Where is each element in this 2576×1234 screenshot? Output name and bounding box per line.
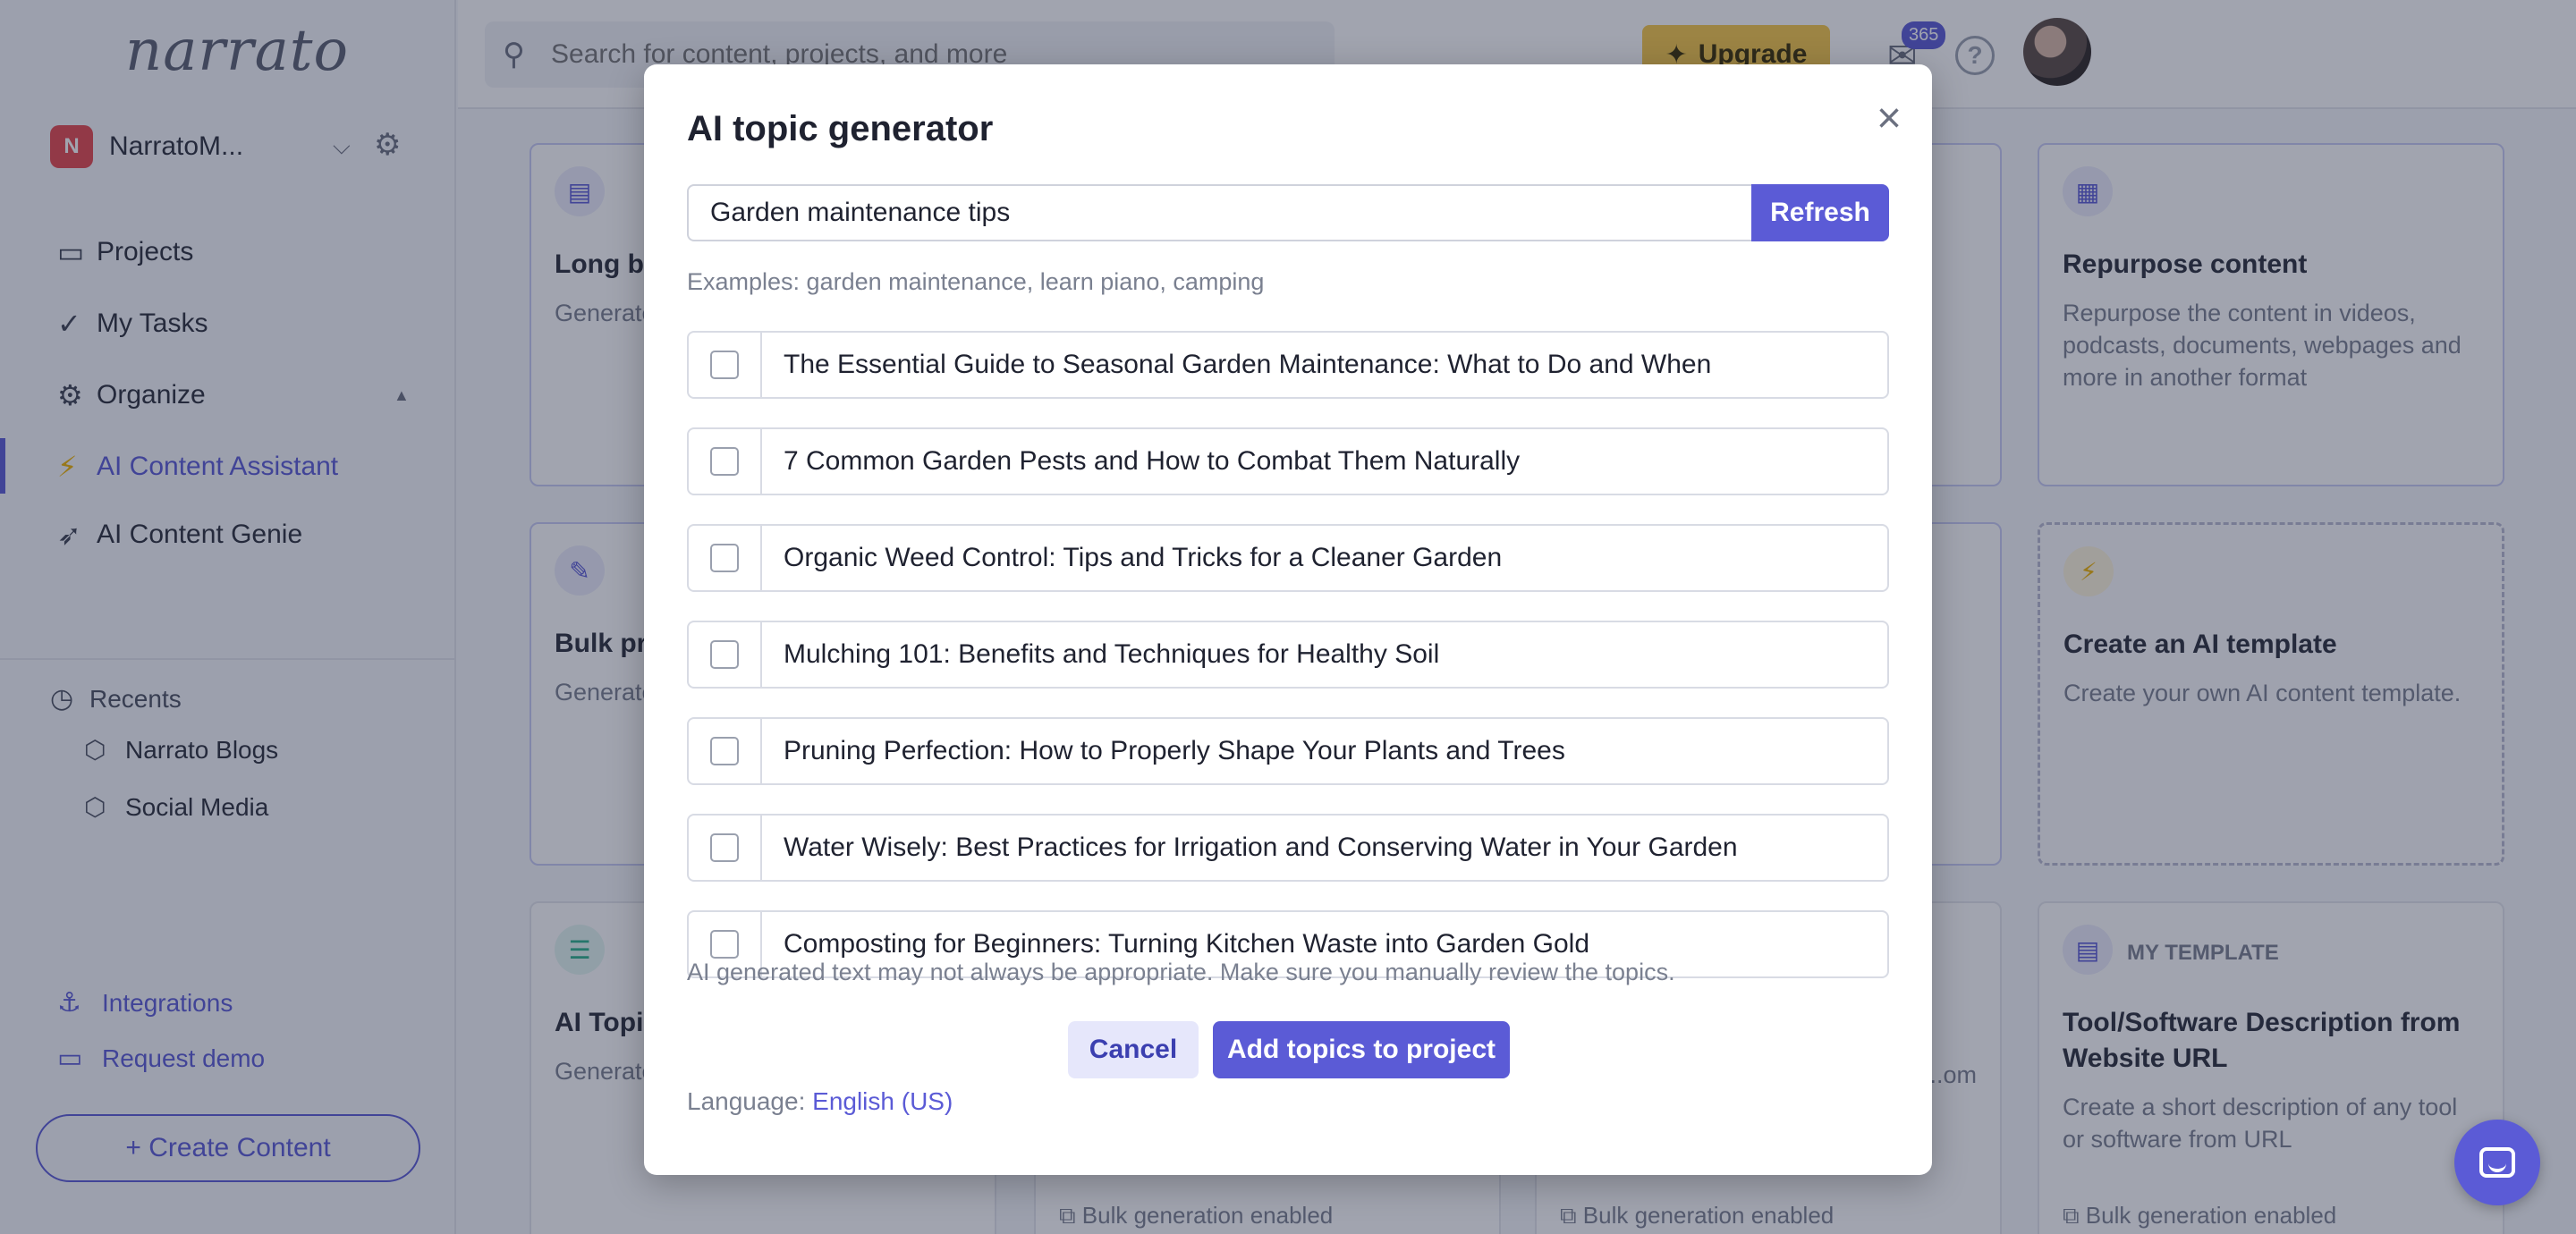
topic-text: 7 Common Garden Pests and How to Combat … <box>784 446 1521 476</box>
topic-row[interactable]: Water Wisely: Best Practices for Irrigat… <box>687 814 1889 882</box>
modal-title: AI topic generator <box>687 109 994 148</box>
close-icon[interactable]: × <box>1862 91 1916 145</box>
checkbox-box[interactable] <box>710 351 739 379</box>
topic-checkbox[interactable] <box>689 429 762 494</box>
topic-text: Organic Weed Control: Tips and Tricks fo… <box>784 543 1503 572</box>
checkbox-box[interactable] <box>710 640 739 669</box>
topic-checkbox[interactable] <box>689 816 762 880</box>
topic-input[interactable] <box>687 184 1751 241</box>
topic-row[interactable]: 7 Common Garden Pests and How to Combat … <box>687 427 1889 495</box>
language-select[interactable]: English (US) <box>812 1087 953 1115</box>
add-topics-button[interactable]: Add topics to project <box>1213 1021 1510 1078</box>
topic-row[interactable]: Organic Weed Control: Tips and Tricks fo… <box>687 524 1889 592</box>
checkbox-box[interactable] <box>710 737 739 765</box>
topic-text: Mulching 101: Benefits and Techniques fo… <box>784 639 1440 669</box>
checkbox-box[interactable] <box>710 930 739 959</box>
topic-text: Water Wisely: Best Practices for Irrigat… <box>784 833 1738 862</box>
ai-disclaimer: AI generated text may not always be appr… <box>687 959 1675 985</box>
topic-list[interactable]: The Essential Guide to Seasonal Garden M… <box>687 331 1889 1003</box>
topic-checkbox[interactable] <box>689 719 762 783</box>
topic-row[interactable]: Pruning Perfection: How to Properly Shap… <box>687 717 1889 785</box>
chat-support-button[interactable] <box>2454 1120 2540 1205</box>
language-setting: Language: English (US) <box>687 1087 953 1116</box>
topic-checkbox[interactable] <box>689 333 762 397</box>
topic-checkbox[interactable] <box>689 526 762 590</box>
topic-text: The Essential Guide to Seasonal Garden M… <box>784 350 1712 379</box>
topic-text: Pruning Perfection: How to Properly Shap… <box>784 736 1565 765</box>
examples-hint: Examples: garden maintenance, learn pian… <box>687 268 1265 295</box>
topic-row[interactable]: Mulching 101: Benefits and Techniques fo… <box>687 621 1889 689</box>
checkbox-box[interactable] <box>710 833 739 862</box>
checkbox-box[interactable] <box>710 544 739 572</box>
topic-row[interactable]: The Essential Guide to Seasonal Garden M… <box>687 331 1889 399</box>
chat-icon <box>2479 1147 2515 1178</box>
checkbox-box[interactable] <box>710 447 739 476</box>
refresh-button[interactable]: Refresh <box>1751 184 1889 241</box>
language-label: Language: <box>687 1087 806 1115</box>
cancel-button[interactable]: Cancel <box>1068 1021 1199 1078</box>
topic-text: Composting for Beginners: Turning Kitche… <box>784 929 1590 959</box>
topic-checkbox[interactable] <box>689 622 762 687</box>
ai-topic-generator-modal: AI topic generator × Refresh Examples: g… <box>644 64 1932 1175</box>
